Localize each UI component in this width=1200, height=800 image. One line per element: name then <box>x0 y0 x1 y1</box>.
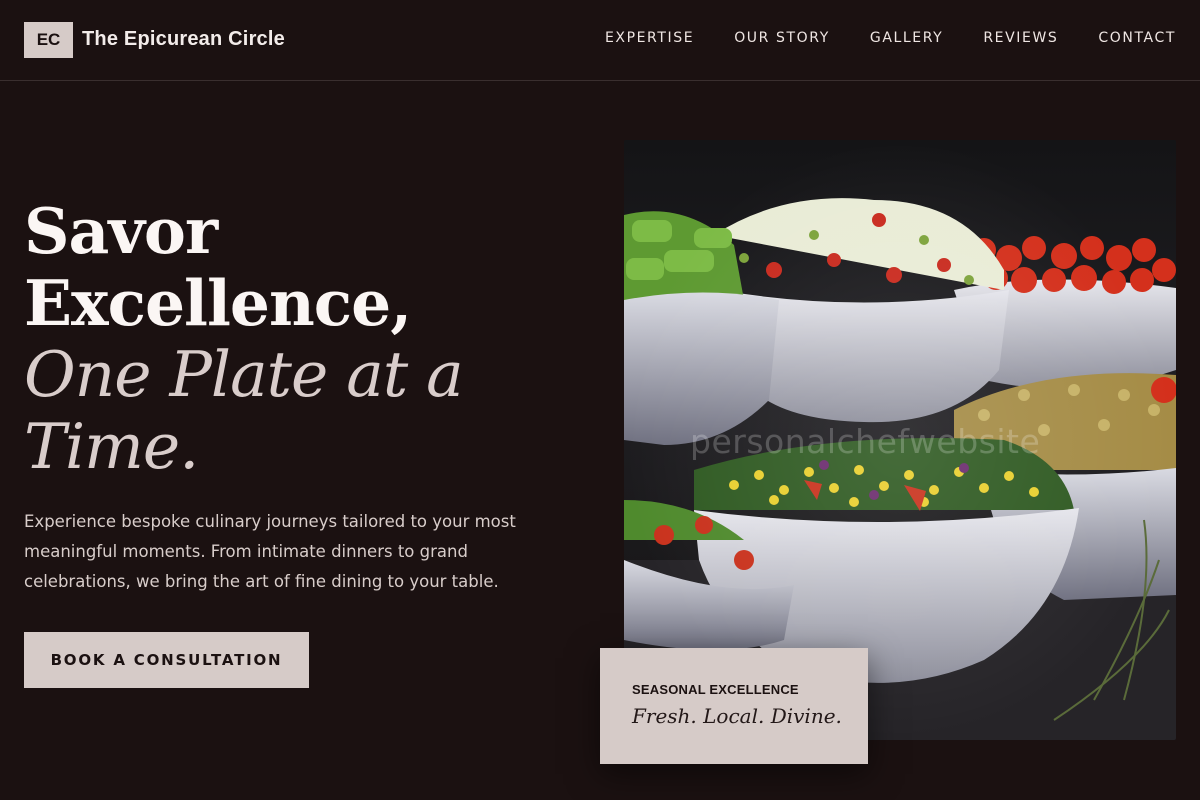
logo-badge[interactable]: EC <box>24 22 73 58</box>
nav-link-expertise[interactable]: EXPERTISE <box>605 30 694 46</box>
hero-title-accent: One Plate at a <box>24 338 464 411</box>
brand-name[interactable]: The Epicurean Circle <box>82 28 285 51</box>
seasonal-card: SEASONAL EXCELLENCE Fresh. Local. Divine… <box>600 648 868 764</box>
site-header: EC The Epicurean Circle EXPERTISE OUR ST… <box>0 0 1200 81</box>
watermark-text: personalchefwebsite <box>690 422 1041 461</box>
hero-title-line: Excellence, <box>24 266 412 340</box>
hero-title-line: Savor <box>24 194 218 268</box>
nav-link-our-story[interactable]: OUR STORY <box>734 30 830 46</box>
hero-title: Savor Excellence, One Plate at a Time. <box>24 195 544 483</box>
main-nav: EXPERTISE OUR STORY GALLERY REVIEWS CONT… <box>605 30 1176 46</box>
nav-link-gallery[interactable]: GALLERY <box>870 30 943 46</box>
hero-description: Experience bespoke culinary journeys tai… <box>24 512 516 591</box>
nav-link-reviews[interactable]: REVIEWS <box>983 30 1058 46</box>
book-consultation-button[interactable]: BOOK A CONSULTATION <box>24 632 309 688</box>
nav-link-contact[interactable]: CONTACT <box>1098 30 1176 46</box>
hero-title-accent: Time. <box>24 410 199 483</box>
card-tagline: Fresh. Local. Divine. <box>632 704 842 728</box>
card-label: SEASONAL EXCELLENCE <box>632 682 799 697</box>
